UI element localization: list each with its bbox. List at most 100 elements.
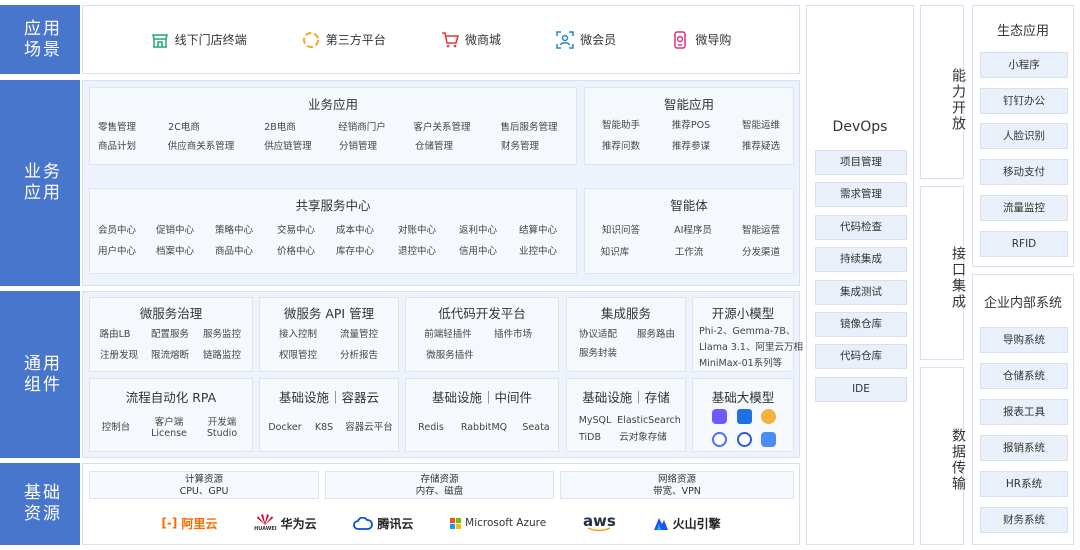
internal-item[interactable]: 仓储系统 bbox=[980, 363, 1068, 389]
eco-item[interactable]: 小程序 bbox=[980, 52, 1068, 78]
component-item[interactable]: MySQL bbox=[579, 415, 612, 426]
component-item[interactable]: 链路监控 bbox=[203, 350, 241, 361]
component-item[interactable]: RabbitMQ bbox=[461, 422, 507, 433]
resource-storage[interactable]: 存储资源 内存、磁盘 bbox=[325, 471, 554, 499]
component-item[interactable]: ElasticSearch bbox=[617, 415, 681, 426]
biz-app-item[interactable]: 2B电商 bbox=[264, 122, 296, 133]
eco-item[interactable]: 移动支付 bbox=[980, 159, 1068, 185]
smart-app-item[interactable]: 推荐POS bbox=[672, 120, 710, 131]
devops-item[interactable]: 项目管理 bbox=[815, 150, 907, 175]
cloud-azure[interactable]: Microsoft Azure bbox=[450, 517, 546, 529]
shared-center-item[interactable]: 库存中心 bbox=[336, 246, 374, 257]
component-item[interactable]: Docker bbox=[268, 422, 301, 433]
resource-compute[interactable]: 计算资源 CPU、GPU bbox=[89, 471, 319, 499]
cloud-tencent[interactable]: 腾讯云 bbox=[353, 515, 413, 532]
component-item[interactable]: 开发端 Studio bbox=[207, 417, 237, 439]
shared-center-item[interactable]: 用户中心 bbox=[98, 246, 136, 257]
component-item[interactable]: 插件市场 bbox=[494, 329, 532, 340]
shared-center-item[interactable]: 档案中心 bbox=[156, 246, 194, 257]
biz-app-item[interactable]: 商品计划 bbox=[98, 141, 136, 152]
eco-item[interactable]: 流量监控 bbox=[980, 195, 1068, 221]
eco-item[interactable]: 人脸识别 bbox=[980, 123, 1068, 149]
biz-app-item[interactable]: 供应链管理 bbox=[264, 141, 312, 152]
internal-item[interactable]: 导购系统 bbox=[980, 327, 1068, 353]
scenario-micro-member[interactable]: 微会员 bbox=[556, 30, 616, 49]
shared-center-item[interactable]: 交易中心 bbox=[277, 225, 315, 236]
agent-item[interactable]: 智能运营 bbox=[742, 225, 780, 236]
component-item[interactable]: TiDB bbox=[579, 432, 601, 443]
component-item[interactable]: 前端轻插件 bbox=[424, 329, 472, 340]
shared-center-item[interactable]: 结算中心 bbox=[519, 225, 557, 236]
smart-app-item[interactable]: 推荐问数 bbox=[602, 141, 640, 152]
component-item[interactable]: 注册发现 bbox=[100, 350, 138, 361]
smart-app-item[interactable]: 智能助手 bbox=[602, 120, 640, 131]
scenario-micro-guide[interactable]: 微导购 bbox=[671, 30, 731, 49]
biz-app-item[interactable]: 供应商关系管理 bbox=[168, 141, 235, 152]
shared-center-item[interactable]: 会员中心 bbox=[98, 225, 136, 236]
component-item[interactable]: 路由LB bbox=[100, 329, 131, 340]
agent-item[interactable]: 知识问答 bbox=[602, 225, 640, 236]
component-item[interactable]: 接入控制 bbox=[279, 329, 317, 340]
internal-item[interactable]: 报表工具 bbox=[980, 399, 1068, 425]
component-item[interactable]: 容器云平台 bbox=[345, 422, 393, 433]
biz-app-item[interactable]: 财务管理 bbox=[501, 141, 539, 152]
component-item[interactable]: Seata bbox=[522, 422, 549, 433]
eco-item[interactable]: 钉钉办公 bbox=[980, 88, 1068, 114]
devops-item[interactable]: 集成测试 bbox=[815, 280, 907, 305]
component-item[interactable]: 流量管控 bbox=[340, 329, 378, 340]
shared-center-item[interactable]: 退控中心 bbox=[398, 246, 436, 257]
scenario-third-party[interactable]: 第三方平台 bbox=[302, 31, 386, 49]
internal-item[interactable]: HR系统 bbox=[980, 471, 1068, 497]
component-item[interactable]: K8S bbox=[315, 422, 333, 433]
shared-center-item[interactable]: 价格中心 bbox=[277, 246, 315, 257]
agent-item[interactable]: 分发渠道 bbox=[742, 247, 780, 258]
cloud-volcano[interactable]: 火山引擎 bbox=[653, 515, 721, 532]
biz-app-item[interactable]: 2C电商 bbox=[168, 122, 200, 133]
component-item[interactable]: Redis bbox=[418, 422, 444, 433]
smart-app-item[interactable]: 推荐疑选 bbox=[742, 141, 780, 152]
scenario-micro-mall[interactable]: 微商城 bbox=[441, 31, 501, 49]
devops-item[interactable]: 持续集成 bbox=[815, 247, 907, 272]
cloud-aws[interactable]: aws bbox=[583, 513, 616, 532]
shared-center-item[interactable]: 商品中心 bbox=[215, 246, 253, 257]
component-item[interactable]: 权限管控 bbox=[279, 350, 317, 361]
component-item[interactable]: 协议适配 bbox=[579, 329, 617, 340]
scenario-store[interactable]: 线下门店终端 bbox=[151, 31, 247, 49]
eco-item[interactable]: RFID bbox=[980, 231, 1068, 257]
shared-center-item[interactable]: 成本中心 bbox=[336, 225, 374, 236]
component-item[interactable]: 服务路由 bbox=[637, 329, 675, 340]
biz-app-item[interactable]: 零售管理 bbox=[98, 122, 136, 133]
smart-app-item[interactable]: 智能运维 bbox=[742, 120, 780, 131]
component-item[interactable]: 配置服务 bbox=[151, 329, 189, 340]
biz-app-item[interactable]: 分销管理 bbox=[339, 141, 377, 152]
component-item[interactable]: 限流熔断 bbox=[151, 350, 189, 361]
cloud-aliyun[interactable]: [-] 阿里云 bbox=[161, 515, 217, 532]
devops-item[interactable]: IDE bbox=[815, 377, 907, 402]
shared-center-item[interactable]: 促销中心 bbox=[156, 225, 194, 236]
component-item[interactable]: 客户端 License bbox=[151, 417, 187, 439]
biz-app-item[interactable]: 仓储管理 bbox=[415, 141, 453, 152]
devops-item[interactable]: 代码检查 bbox=[815, 215, 907, 240]
agent-item[interactable]: AI程序员 bbox=[674, 225, 712, 236]
component-item[interactable]: 服务封装 bbox=[579, 348, 617, 359]
biz-app-item[interactable]: 客户关系管理 bbox=[413, 122, 470, 133]
devops-item[interactable]: 需求管理 bbox=[815, 182, 907, 207]
component-item[interactable]: 分析报告 bbox=[340, 350, 378, 361]
component-item[interactable]: 控制台 bbox=[102, 422, 131, 433]
internal-item[interactable]: 报销系统 bbox=[980, 435, 1068, 461]
smart-app-item[interactable]: 推荐参谋 bbox=[672, 141, 710, 152]
shared-center-item[interactable]: 返利中心 bbox=[459, 225, 497, 236]
devops-item[interactable]: 镜像仓库 bbox=[815, 312, 907, 337]
resource-network[interactable]: 网络资源 带宽、VPN bbox=[560, 471, 794, 499]
internal-item[interactable]: 财务系统 bbox=[980, 507, 1068, 533]
biz-app-item[interactable]: 经销商门户 bbox=[338, 122, 386, 133]
cloud-huawei[interactable]: HUAWEI 华为云 bbox=[254, 513, 317, 533]
component-item[interactable]: 云对象存储 bbox=[619, 432, 667, 443]
shared-center-item[interactable]: 对账中心 bbox=[398, 225, 436, 236]
agent-item[interactable]: 工作流 bbox=[675, 247, 704, 258]
component-item[interactable]: 微服务插件 bbox=[426, 350, 474, 361]
shared-center-item[interactable]: 策略中心 bbox=[215, 225, 253, 236]
shared-center-item[interactable]: 信用中心 bbox=[459, 246, 497, 257]
devops-item[interactable]: 代码仓库 bbox=[815, 344, 907, 369]
biz-app-item[interactable]: 售后服务管理 bbox=[500, 122, 557, 133]
